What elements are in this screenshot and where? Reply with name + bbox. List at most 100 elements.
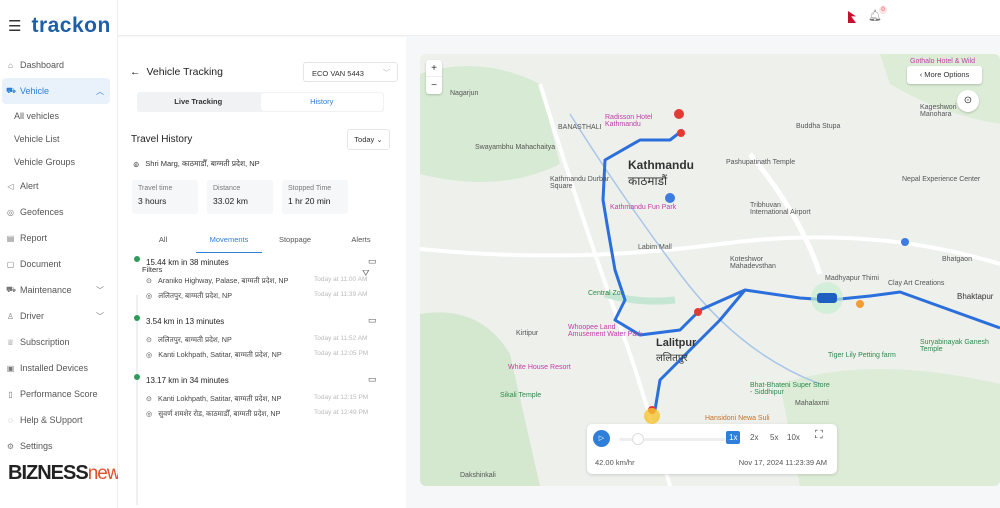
speed-1x-button[interactable]: 1x [726,431,741,444]
calendar-icon[interactable]: ▭ [368,256,377,267]
zoom-in-button[interactable]: + [426,60,442,77]
playback-slider-handle[interactable] [631,433,644,445]
play-button[interactable]: ▷ [593,430,610,447]
stat-label: Distance [213,185,241,192]
end-location: ललितपुर, बाग्मती प्रदेश, NP [158,291,233,300]
home-icon: ⌂ [8,60,13,70]
tab-all[interactable]: All [130,227,196,253]
hamburger-menu-icon[interactable]: ☰ [8,17,21,35]
map-label-boudha: Buddha Stupa [796,123,841,130]
map-label-gothalo: Gothalo Hotel & Wild [910,58,975,65]
back-arrow-icon[interactable]: ← [130,66,141,78]
logo: ☰ trackon [8,14,111,38]
mode-toggle: Live Tracking History [137,92,384,112]
sidebar-item-label: Document [20,259,62,269]
watermark-b: BIZNESS [8,462,89,484]
device-icon: ▣ [6,363,15,373]
sidebar-item-document[interactable]: ▢ Document [0,251,118,277]
speed-10x-button[interactable]: 10x [784,431,803,444]
sidebar-item-alert[interactable]: ◁ Alert [0,173,118,199]
movement-summary: 13.17 km in 34 minutes [146,376,229,385]
sidebar-item-report[interactable]: ▤ Report [0,225,118,251]
tab-live-tracking[interactable]: Live Tracking [137,92,260,112]
map-view[interactable]: Kathmandu काठमाडौं Lalitpur ललितपुर Kirt… [420,54,1000,486]
sidebar-item-driver[interactable]: ♙ Driver ﹀ [0,303,118,329]
sidebar-item-subscription[interactable]: ♕ Subscription [0,329,118,355]
start-time: Today at 12:15 PM [314,394,369,401]
map-label-kathmandu-np: काठमाडौं [628,174,668,188]
stat-distance: Distance 33.02 km [207,180,273,214]
hotel-pin-icon[interactable] [674,109,684,119]
history-tabs: All Movements Stoppage Alerts [130,227,394,253]
sidebar-subitem-vehicle-list[interactable]: Vehicle List [0,127,118,150]
sidebar-item-label: Help & SUpport [20,415,83,425]
sidebar-nav: ⌂ Dashboard ⛟ Vehicle ︿ All vehicles Vehicl… [0,52,118,459]
map-label-mahalaxmi: Mahalaxmi [795,400,829,407]
stat-stopped-time: Stopped Time 1 hr 20 min [282,180,348,214]
tab-stoppage[interactable]: Stoppage [262,227,328,253]
end-marker[interactable] [644,408,660,424]
sidebar-item-help-support[interactable]: ◌ Help & SUpport [0,407,118,433]
sidebar-item-label: Driver [20,311,44,321]
map-label-labim: Labim Mall [638,244,672,251]
support-icon: ◌ [8,415,13,425]
movement-start: ⊙ Araniko Highway, Palase, बाग्मती प्रदेश… [146,276,386,286]
map-label-swayambhu: Swayambhu Mahachaitya [475,144,556,151]
zoom-out-button[interactable]: − [426,77,442,94]
location-pin-button[interactable]: ⊙ [957,90,979,112]
stop-marker[interactable] [694,308,702,316]
fullscreen-icon[interactable]: ⛶ [815,429,823,442]
more-options-button[interactable]: ‹ More Options [907,66,982,84]
map-label-white-house: White House Resort [508,364,571,371]
tab-history[interactable]: History [260,93,383,111]
movement-end: ◎ ललितपुर, बाग्मती प्रदेश, NP Today at 11:… [146,291,386,301]
sidebar-item-performance-score[interactable]: ▯ Performance Score [0,381,118,407]
current-speed: 42.00 km/hr [595,458,635,467]
panel-header: ← Vehicle Tracking [130,66,223,78]
map-label-sikali: Sikali Temple [500,392,542,399]
map-label-whoopee: Whoopee Land Amusement Water Park [568,324,643,338]
stat-value: 3 hours [138,196,167,206]
calendar-icon[interactable]: ▭ [368,374,377,385]
tab-movements[interactable]: Movements [196,227,262,253]
watermark-logo: BIZNESSnews [8,462,129,485]
sidebar-item-settings[interactable]: ⚙ Settings [0,433,118,459]
sidebar-subitem-all-vehicles[interactable]: All vehicles [0,104,118,127]
sidebar-item-label: Geofences [20,207,64,217]
sidebar-item-label: Dashboard [20,60,65,70]
sidebar-item-installed-devices[interactable]: ▣ Installed Devices [0,355,118,381]
movement-start: ⊙ Kanti Lokhpath, Satitar, बाग्मती प्रदेश… [146,394,386,404]
crown-icon: ♕ [6,337,15,347]
sidebar-item-maintenance[interactable]: ⛟ Maintenance ﹀ [0,277,118,303]
map-label-bhaktapur: Bhaktapur [956,292,995,301]
sidebar-item-dashboard[interactable]: ⌂ Dashboard [0,52,118,78]
calendar-icon[interactable]: ▭ [368,315,377,326]
sidebar-item-label: Alert [20,181,39,191]
date-filter-dropdown[interactable]: Today ⌄ [347,129,390,150]
timeline-dot [134,374,140,380]
zoom-controls: + − [426,60,442,94]
sidebar: ☰ trackon ⌂ Dashboard ⛟ Vehicle ︿ All vehic… [0,0,129,508]
stat-value: 1 hr 20 min [288,196,331,206]
tab-alerts[interactable]: Alerts [328,227,394,253]
playback-datetime: Nov 17, 2024 11:23:39 AM [738,458,827,467]
sidebar-item-geofences[interactable]: ◎ Geofences [0,199,118,225]
map-label-lalitpur: Lalitpur [656,337,697,349]
sidebar-item-vehicle[interactable]: ⛟ Vehicle ︿ [2,78,110,104]
truck-icon: ⛟ [6,86,17,95]
score-icon: ▯ [8,389,13,399]
sidebar-item-label: Maintenance [20,285,72,295]
start-point-icon: ⊙ [146,276,153,285]
vehicle-select[interactable]: ECO VAN 5443 ﹀ [303,62,398,82]
stop-marker[interactable] [677,129,685,137]
speed-5x-button[interactable]: 5x [767,431,781,444]
map-label-lalitpur-np: ललितपुर [656,353,688,364]
stat-travel-time: Travel time 3 hours [132,180,198,214]
vehicle-marker-icon[interactable] [817,293,837,303]
user-icon: ♙ [6,311,15,321]
start-time: Today at 11:00 AM [314,276,368,283]
map-label-thimi: Madhyapur Thimi [825,275,879,282]
sidebar-subitem-vehicle-groups[interactable]: Vehicle Groups [0,150,118,173]
sidebar-item-label: Report [20,233,48,243]
speed-2x-button[interactable]: 2x [747,431,761,444]
